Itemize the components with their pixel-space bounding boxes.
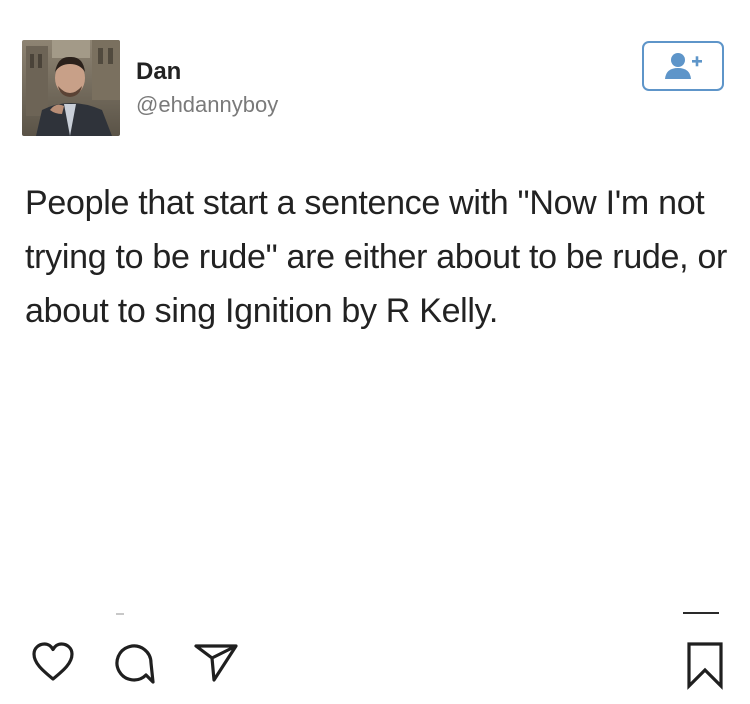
divider-line	[683, 612, 719, 614]
avatar[interactable]	[22, 40, 120, 136]
tweet-text: People that start a sentence with "Now I…	[25, 184, 728, 330]
divider-mark	[116, 613, 124, 615]
heart-icon[interactable]	[30, 640, 76, 687]
add-user-icon	[665, 53, 702, 79]
author-handle[interactable]: @ehdannyboy	[136, 92, 278, 118]
comment-icon[interactable]	[111, 640, 157, 691]
follow-button[interactable]	[642, 41, 724, 91]
share-icon[interactable]	[192, 640, 240, 689]
author-name[interactable]: Dan	[136, 58, 181, 86]
bookmark-icon[interactable]	[685, 640, 725, 695]
